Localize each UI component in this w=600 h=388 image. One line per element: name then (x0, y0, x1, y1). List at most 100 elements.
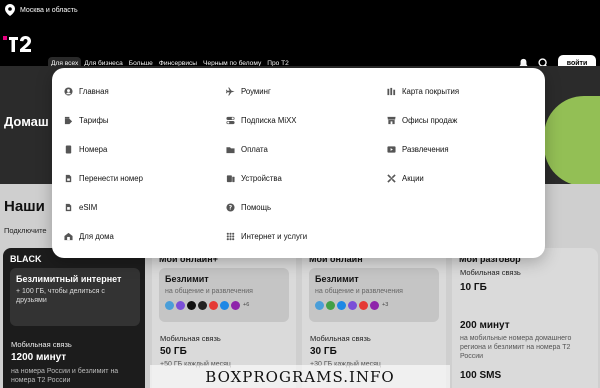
play-icon (387, 146, 396, 153)
menu-item-dlya-doma[interactable]: Для дома (64, 232, 114, 241)
menu-item-label: Интернет и услуги (241, 232, 308, 241)
spec-label: Мобильная связь (310, 334, 371, 343)
store-icon (387, 116, 396, 125)
tariff-feature: Безлимит на общение и развлечения +6 (159, 268, 289, 322)
menu-item-razvlecheniya[interactable]: Развлечения (387, 145, 449, 154)
menu-item-label: Карта покрытия (402, 87, 460, 96)
site-header: Для всех Для бизнеса Больше Финсервисы Черны… (0, 20, 600, 72)
sms-value: 100 SMS (460, 370, 502, 381)
spec-label: Мобильная связь (460, 268, 521, 277)
menu-item-label: Подписка MiXX (241, 116, 297, 125)
feature-title: Безлимит (315, 274, 359, 284)
menu-item-label: Акции (402, 174, 424, 183)
tariff-card-black[interactable]: BLACK Безлимитный интернет + 100 ГБ, что… (3, 248, 145, 388)
menu-item-aktsii[interactable]: Акции (387, 174, 424, 183)
user-icon (64, 87, 73, 96)
menu-item-karta-pokrytiya[interactable]: Карта покрытия (387, 87, 459, 96)
more-apps-count: +6 (243, 302, 250, 308)
menu-item-ustroystva[interactable]: Устройства (226, 174, 282, 183)
tariff-card-moy-razgovor[interactable]: Мой разговор Мобильная связь 10 ГБ 200 м… (452, 248, 598, 388)
menu-item-label: Офисы продаж (402, 116, 458, 125)
menu-item-oplata[interactable]: Оплата (226, 145, 268, 154)
feature-title: Безлимитный интернет (16, 274, 122, 284)
feature-subtitle: + 100 ГБ, чтобы делиться с друзьями (16, 288, 105, 304)
tariff-feature: Безлимитный интернет + 100 ГБ, чтобы дел… (10, 268, 140, 326)
menu-item-internet-i-uslugi[interactable]: Интернет и услуги (226, 232, 307, 241)
menu-item-label: Тарифы (79, 116, 109, 125)
menu-item-label: eSIM (79, 203, 98, 212)
tiktok-icon (187, 301, 196, 310)
spec-value: 10 ГБ (460, 282, 487, 293)
menu-item-label: Помощь (241, 203, 272, 212)
menu-item-pomoshch[interactable]: ? Помощь (226, 203, 271, 212)
menu-item-label: Роуминг (241, 87, 271, 96)
viber-icon (348, 301, 357, 310)
music-icon (231, 301, 240, 310)
app-icons: +6 (165, 301, 283, 310)
youtube-icon (209, 301, 218, 310)
youtube-icon (359, 301, 368, 310)
wallet-icon (226, 147, 235, 154)
menu-item-glavnaya[interactable]: Главная (64, 87, 109, 96)
menu-item-label: Развлечения (402, 145, 449, 154)
phone-icon (226, 175, 235, 183)
coverage-bars-icon (387, 87, 396, 96)
feature-title: Безлимит (165, 274, 209, 284)
viber-icon (176, 301, 185, 310)
menu-item-podpiska-mixx[interactable]: Подписка MiXX (226, 116, 297, 125)
menu-item-perenesti-nomer[interactable]: Перенести номер (64, 174, 143, 183)
menu-item-label: Оплата (241, 145, 268, 154)
tariff-icon (64, 116, 73, 125)
vk-icon (220, 301, 229, 310)
app-icons: +3 (315, 301, 433, 310)
spec-value: 50 ГБ (160, 346, 187, 357)
hero-illustration (544, 96, 600, 186)
spec-note: на номера России и безлимит на номера Т2… (11, 368, 119, 384)
spec-label: Мобильная связь (11, 340, 72, 349)
music-icon (370, 301, 379, 310)
app-icon (198, 301, 207, 310)
telegram-icon (315, 301, 324, 310)
spec-value: 30 ГБ (310, 346, 337, 357)
whatsapp-icon (326, 301, 335, 310)
minutes-value: 200 минут (460, 320, 510, 331)
home-icon (64, 232, 73, 241)
spec-label: Мобильная связь (160, 334, 221, 343)
spec-value: 1200 минут (11, 352, 67, 363)
menu-item-label: Главная (79, 87, 109, 96)
feature-subtitle: на общение и развлечения (165, 288, 253, 295)
menu-item-tarify[interactable]: Тарифы (64, 116, 108, 125)
telegram-icon (165, 301, 174, 310)
t2-logo[interactable] (3, 33, 37, 55)
promo-icon (387, 174, 396, 183)
section-subtitle: Подключите (4, 226, 47, 235)
section-title: Наши (4, 198, 45, 215)
menu-item-ofisy-prodazh[interactable]: Офисы продаж (387, 116, 457, 125)
help-icon: ? (226, 203, 235, 212)
nav-dropdown-menu: Главная Тарифы Номера Перенести номер eS… (52, 68, 545, 258)
minutes-note: на мобильные номера домашнего региона и … (460, 335, 572, 360)
menu-item-label: Для дома (79, 232, 114, 241)
feature-subtitle: на общение и развлечения (315, 288, 403, 295)
location-pin-icon (5, 4, 15, 16)
menu-item-nomera[interactable]: Номера (64, 145, 107, 154)
watermark: BOXPROGRAMS.INFO (150, 365, 450, 388)
menu-item-label: Номера (79, 145, 108, 154)
menu-item-rouming[interactable]: Роуминг (226, 87, 271, 96)
esim-icon (65, 203, 72, 212)
plane-icon (226, 87, 235, 96)
region-label: Москва и область (20, 6, 78, 14)
region-bar[interactable]: Москва и область (0, 0, 600, 20)
sim-number-icon (65, 145, 72, 154)
tariff-feature: Безлимит на общение и развлечения +3 (309, 268, 439, 322)
vk-icon (337, 301, 346, 310)
transfer-sim-icon (65, 174, 72, 183)
services-icon (226, 232, 235, 241)
menu-item-esim[interactable]: eSIM (64, 203, 97, 212)
menu-item-label: Устройства (241, 174, 282, 183)
tariff-name: BLACK (10, 254, 42, 264)
hero-title: Домаш (4, 114, 49, 129)
menu-item-label: Перенести номер (79, 174, 143, 183)
toggle-icon (226, 116, 235, 125)
more-apps-count: +3 (382, 302, 389, 308)
